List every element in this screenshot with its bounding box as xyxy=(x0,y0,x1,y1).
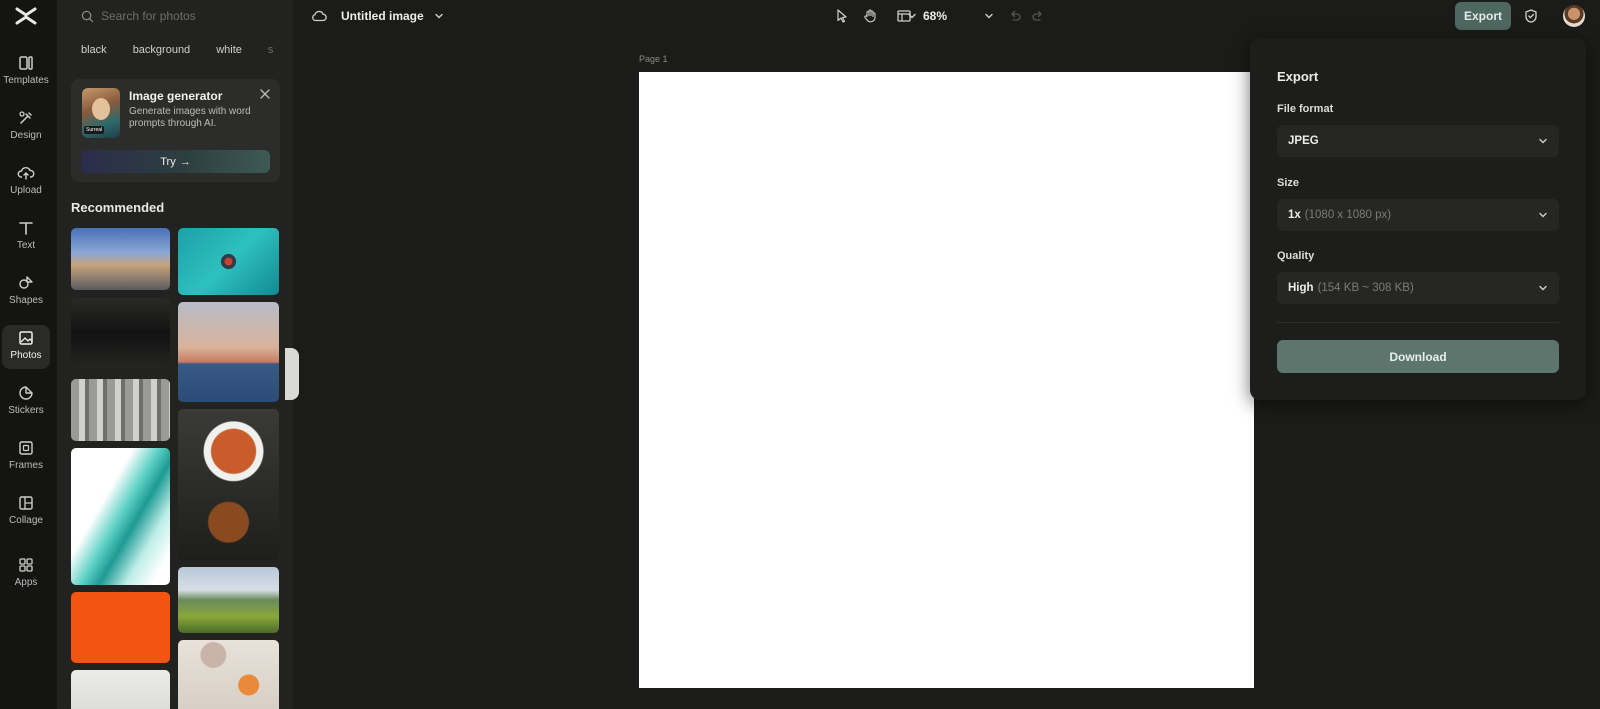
chevron-down-icon[interactable] xyxy=(433,10,445,22)
export-button[interactable]: Export xyxy=(1455,2,1511,30)
rail-label: Stickers xyxy=(8,405,44,416)
upload-icon xyxy=(17,167,35,180)
rail-item-photos[interactable]: Photos xyxy=(2,325,50,369)
panel-collapse-handle[interactable] xyxy=(285,348,299,400)
rail-item-shapes[interactable]: Shapes xyxy=(2,270,50,314)
rail-item-collage[interactable]: Collage xyxy=(2,490,50,534)
app-logo-icon[interactable] xyxy=(14,4,38,28)
photo-meal-plate[interactable] xyxy=(178,640,279,709)
suggestion-chips: black background white s xyxy=(71,42,283,58)
text-icon xyxy=(19,222,33,235)
cloud-save-icon[interactable] xyxy=(311,8,327,24)
photo-landscape[interactable] xyxy=(178,567,279,633)
frames-icon xyxy=(19,441,33,455)
photos-icon xyxy=(19,331,33,345)
photo-white-texture[interactable] xyxy=(71,670,170,709)
rail-label: Collage xyxy=(9,515,43,526)
photo-city-sunset[interactable] xyxy=(71,228,170,290)
stickers-icon xyxy=(19,386,33,400)
quality-value: High xyxy=(1288,282,1314,294)
user-avatar[interactable] xyxy=(1563,5,1585,27)
export-panel-title: Export xyxy=(1277,69,1319,84)
try-label: Try xyxy=(160,155,176,168)
chip-more[interactable]: s xyxy=(258,42,284,58)
photo-metal-stack[interactable] xyxy=(71,379,170,441)
generator-description: Generate images with word prompts throug… xyxy=(129,106,251,129)
photo-orange-solid[interactable] xyxy=(71,592,170,663)
rail-label: Upload xyxy=(10,185,42,196)
photo-ramen-food[interactable] xyxy=(178,409,279,560)
chip-white[interactable]: white xyxy=(206,42,252,58)
size-select[interactable]: 1x (1080 x 1080 px) xyxy=(1277,199,1559,231)
top-bar: Untitled image 68% Export xyxy=(293,0,1600,32)
size-value: 1x xyxy=(1288,209,1301,221)
rail-item-frames[interactable]: Frames xyxy=(2,435,50,479)
select-pointer-icon[interactable] xyxy=(834,8,850,24)
document-title[interactable]: Untitled image xyxy=(341,9,424,23)
chevron-down-icon[interactable] xyxy=(983,10,995,22)
thumbnail-tag: Surreal xyxy=(84,126,105,134)
search-input[interactable] xyxy=(101,9,271,23)
undo-icon[interactable] xyxy=(1007,8,1023,24)
quality-label: Quality xyxy=(1277,250,1315,262)
rail-item-text[interactable]: Text xyxy=(2,215,50,259)
file-format-label: File format xyxy=(1277,103,1334,115)
photo-dark-texture[interactable] xyxy=(71,298,170,368)
rail-item-design[interactable]: Design xyxy=(2,105,50,149)
chevron-down-icon xyxy=(1539,285,1547,291)
chevron-down-icon xyxy=(1539,212,1547,218)
file-format-select[interactable]: JPEG xyxy=(1277,125,1559,157)
shield-check-icon[interactable] xyxy=(1523,8,1539,24)
rail-label: Apps xyxy=(14,577,38,588)
redo-icon[interactable] xyxy=(1030,8,1046,24)
arrow-right-icon: → xyxy=(179,155,191,168)
chevron-down-icon xyxy=(1539,138,1547,144)
close-icon[interactable] xyxy=(259,88,271,100)
zoom-level[interactable]: 68% xyxy=(923,9,947,23)
recommended-heading: Recommended xyxy=(71,200,165,215)
page-label: Page 1 xyxy=(639,54,668,64)
export-panel: Export File format JPEG Size 1x (1080 x … xyxy=(1250,38,1586,400)
divider xyxy=(1277,322,1559,323)
rail-label: Templates xyxy=(3,75,49,86)
rail-item-templates[interactable]: Templates xyxy=(2,50,50,94)
rail-item-upload[interactable]: Upload xyxy=(2,160,50,204)
photo-skyline[interactable] xyxy=(178,302,279,402)
search-icon xyxy=(81,10,94,22)
hand-pan-icon[interactable] xyxy=(862,8,878,24)
left-rail: Templates Design Upload Text Shapes Phot… xyxy=(0,0,57,709)
templates-icon xyxy=(19,56,33,70)
generator-thumbnail: Surreal xyxy=(82,88,120,138)
rail-label: Shapes xyxy=(9,295,43,306)
photo-boat-sea[interactable] xyxy=(178,228,279,295)
rail-label: Photos xyxy=(10,350,42,361)
size-label: Size xyxy=(1277,177,1300,189)
chip-black[interactable]: black xyxy=(71,42,117,58)
collage-icon xyxy=(19,496,33,510)
design-icon xyxy=(19,111,32,124)
photos-panel: black background white s Surreal Image g… xyxy=(57,0,293,709)
design-canvas[interactable] xyxy=(639,72,1254,688)
chip-background[interactable]: background xyxy=(123,42,201,58)
rail-label: Frames xyxy=(9,460,43,471)
search-bar[interactable] xyxy=(71,5,281,27)
shapes-icon xyxy=(19,276,33,289)
quality-detail: (154 KB ~ 308 KB) xyxy=(1317,282,1414,294)
rail-label: Design xyxy=(10,130,42,141)
chevron-down-icon[interactable] xyxy=(906,10,918,22)
generator-title: Image generator xyxy=(129,89,223,103)
file-format-value: JPEG xyxy=(1288,135,1319,147)
rail-item-stickers[interactable]: Stickers xyxy=(2,380,50,424)
rail-item-apps[interactable]: Apps xyxy=(2,552,50,596)
size-detail: (1080 x 1080 px) xyxy=(1304,209,1392,221)
photo-teal-wave[interactable] xyxy=(71,448,170,585)
try-button[interactable]: Try → xyxy=(81,150,270,173)
download-button[interactable]: Download xyxy=(1277,340,1559,373)
quality-select[interactable]: High (154 KB ~ 308 KB) xyxy=(1277,272,1559,304)
image-generator-card: Surreal Image generator Generate images … xyxy=(71,79,280,182)
rail-label: Text xyxy=(16,240,36,251)
apps-icon xyxy=(19,558,33,572)
